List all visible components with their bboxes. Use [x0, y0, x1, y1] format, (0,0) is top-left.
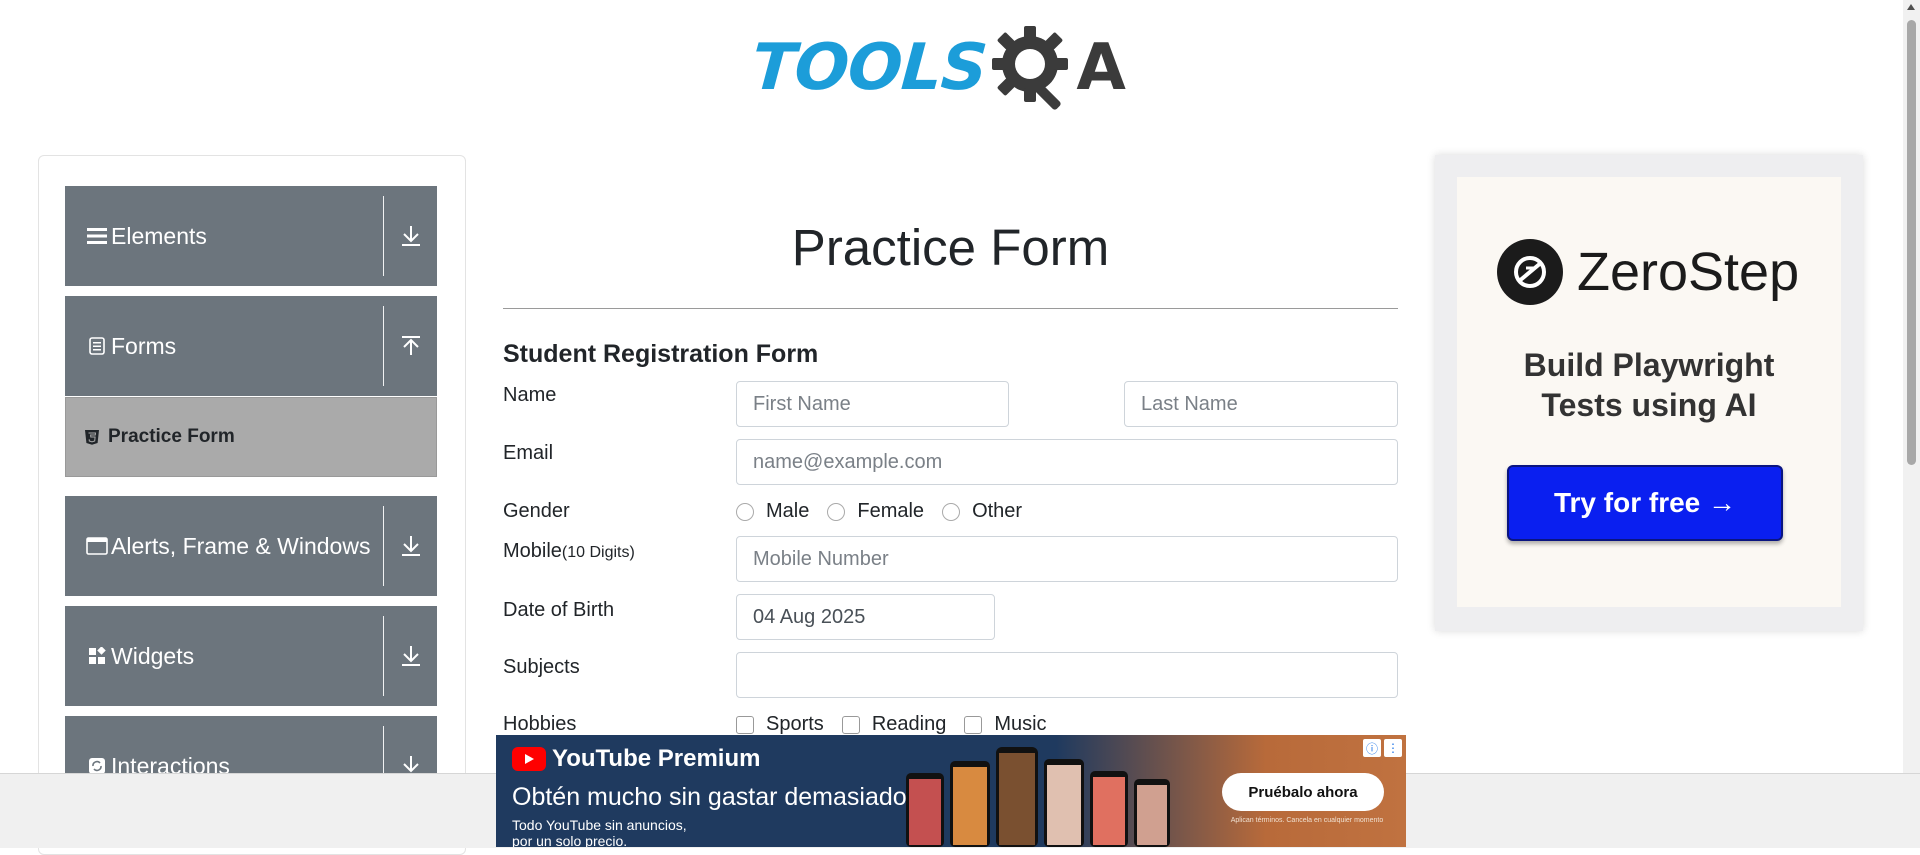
subjects-label: Subjects: [503, 656, 580, 678]
separator: [383, 306, 384, 386]
subjects-input[interactable]: [736, 652, 1398, 698]
radio-circle[interactable]: [736, 502, 754, 521]
zerostep-tagline: Build Playwright Tests using AI: [1457, 345, 1841, 425]
hobby-sports-checkbox[interactable]: Sports: [736, 713, 824, 736]
phones-image: [906, 747, 1170, 847]
radio-label: Male: [766, 500, 810, 522]
logo-a-text: A: [1076, 30, 1126, 105]
expand-arrow-icon[interactable]: [385, 186, 437, 286]
left-panel: Elements Forms Practice Form Alerts, Fra…: [38, 155, 466, 855]
separator: [383, 196, 384, 276]
youtube-premium-text: YouTube Premium: [552, 745, 761, 772]
scroll-thumb[interactable]: [1907, 20, 1916, 465]
ad-info-icon[interactable]: ⓘ: [1363, 739, 1381, 757]
mobile-hint: (10 Digits): [561, 544, 635, 561]
hobby-reading-checkbox[interactable]: Reading: [841, 713, 947, 736]
radio-label: Female: [857, 500, 925, 522]
expand-arrow-icon[interactable]: [385, 496, 437, 596]
sidebar-group-elements[interactable]: Elements: [65, 186, 437, 286]
sidebar-group-widgets[interactable]: Widgets: [65, 606, 437, 706]
tagline-line: Build Playwright: [1523, 347, 1775, 383]
checkbox-label: Reading: [871, 713, 947, 735]
separator: [383, 616, 384, 696]
radio-circle[interactable]: [942, 502, 961, 521]
ad-headline: Obtén mucho sin gastar demasiado.: [512, 783, 914, 811]
logo-gear-icon: [990, 22, 1076, 114]
zerostep-ad[interactable]: ZeroStep Build Playwright Tests using AI…: [1435, 155, 1863, 631]
gender-other-radio[interactable]: Other: [942, 500, 1022, 523]
logo-tools-text: TOOLS: [749, 30, 989, 105]
ad-choices[interactable]: ⓘ ⋮: [1363, 739, 1402, 757]
document-icon: [85, 334, 109, 358]
divider: [503, 308, 1398, 309]
expand-arrow-icon[interactable]: [385, 606, 437, 706]
zerostep-logo: ZeroStep: [1497, 239, 1799, 305]
zerostep-name: ZeroStep: [1577, 242, 1800, 302]
page-scrollbar[interactable]: [1903, 0, 1920, 773]
gender-female-radio[interactable]: Female: [827, 500, 924, 523]
hobbies-checkbox-group: Sports Reading Music: [736, 713, 1065, 736]
gender-radio-group: Male Female Other: [736, 500, 1040, 523]
youtube-premium-logo: YouTube Premium: [512, 745, 760, 773]
page-title: Practice Form: [791, 219, 1110, 276]
date-of-birth-input[interactable]: [736, 594, 995, 640]
radio-label: Other: [972, 500, 1023, 522]
form-title: Student Registration Form: [503, 340, 819, 368]
youtube-play-icon: [512, 747, 546, 771]
checkbox-label: Sports: [766, 713, 824, 735]
sidebar-group-alerts[interactable]: Alerts, Frame & Windows: [65, 496, 437, 596]
hobby-music-checkbox[interactable]: Music: [964, 713, 1047, 736]
toolsqa-logo[interactable]: TOOLS A: [749, 20, 1152, 115]
mobile-input[interactable]: [736, 536, 1398, 582]
dob-label: Date of Birth: [503, 599, 615, 621]
ad-menu-icon[interactable]: ⋮: [1384, 739, 1402, 757]
window-icon: [85, 534, 109, 558]
mobile-label-text: Mobile: [503, 540, 562, 562]
ad-terms: Aplican términos. Cancela en cualquier m…: [1230, 817, 1384, 824]
checkbox-box[interactable]: [964, 715, 983, 734]
ad-subtext: Todo YouTube sin anuncios, por un solo p…: [512, 817, 687, 847]
checkbox-box[interactable]: [736, 715, 754, 734]
zerostep-icon: [1497, 239, 1563, 305]
hamburger-icon: [85, 224, 109, 248]
name-label: Name: [503, 384, 557, 406]
sidebar-item-practice-form[interactable]: Practice Form: [65, 397, 437, 477]
ad-subtext-line: Todo YouTube sin anuncios,: [512, 817, 687, 833]
collapse-arrow-icon[interactable]: [385, 296, 437, 396]
last-name-input[interactable]: [1124, 381, 1398, 427]
ad-subtext-line: por un solo precio.: [512, 833, 628, 847]
hobbies-label: Hobbies: [503, 713, 577, 735]
gender-label: Gender: [503, 500, 570, 522]
try-now-button[interactable]: Pruébalo ahora: [1222, 773, 1384, 811]
widgets-icon: [85, 644, 109, 668]
youtube-premium-ad[interactable]: YouTube Premium Obtén mucho sin gastar d…: [496, 735, 1406, 847]
checkbox-label: Music: [994, 713, 1047, 735]
try-for-free-button[interactable]: Try for free →: [1507, 465, 1783, 541]
tagline-line: Tests using AI: [1541, 387, 1757, 423]
html5-icon: [84, 429, 100, 445]
sidebar-group-forms[interactable]: Forms: [65, 296, 437, 396]
gender-male-radio[interactable]: Male: [736, 500, 809, 523]
email-input[interactable]: [736, 439, 1398, 485]
mobile-label: Mobile(10 Digits): [503, 540, 635, 563]
ad-content: ZeroStep Build Playwright Tests using AI…: [1457, 177, 1841, 607]
email-label: Email: [503, 442, 554, 464]
scroll-up-arrow-icon[interactable]: [1907, 4, 1915, 10]
first-name-input[interactable]: [736, 381, 1009, 427]
radio-circle[interactable]: [827, 502, 846, 521]
sidebar-item-label: Practice Form: [108, 426, 235, 447]
separator: [383, 506, 384, 586]
checkbox-box[interactable]: [841, 715, 860, 734]
